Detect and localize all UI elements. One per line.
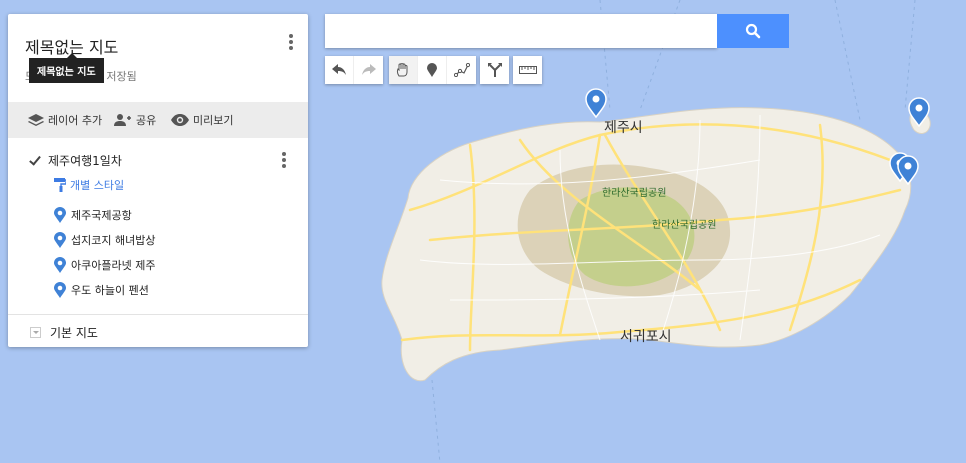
jeju-city-label: 제주시 [604, 120, 643, 136]
title-tooltip: 제목없는 지도 [29, 53, 104, 83]
chevron-down-icon [30, 327, 41, 338]
place-pin-icon [54, 232, 66, 248]
place-pin-icon [54, 257, 66, 273]
place-item[interactable]: 제주국제공항 [54, 207, 132, 223]
add-marker-button[interactable] [418, 56, 447, 84]
pan-tool-button[interactable] [389, 56, 418, 84]
search-input[interactable] [325, 14, 717, 48]
directions-icon [487, 63, 502, 77]
draw-line-button[interactable] [447, 56, 476, 84]
add-layer-label: 레이어 추가 [48, 114, 103, 127]
search-button[interactable] [717, 14, 789, 48]
place-item[interactable]: 우도 하늘이 펜션 [54, 282, 149, 298]
add-person-icon [114, 114, 131, 126]
paint-roller-icon [54, 178, 66, 192]
line-tool-icon [453, 63, 470, 77]
place-name: 섭지코지 해녀밥상 [71, 234, 156, 247]
add-directions-button[interactable] [480, 56, 509, 84]
map-panel: 제목없는 지도 모든 변경 내용이 저장됨 제목없는 지도 레이어 추가 공유 … [8, 14, 308, 347]
hallasan-label: 한라산국립공원 [652, 218, 716, 231]
layer-actions-bar: 레이어 추가 공유 미리보기 [8, 102, 308, 138]
redo-icon [361, 64, 376, 75]
drawing-toolbar [389, 56, 476, 84]
individual-style-label: 개별 스타일 [70, 179, 125, 192]
place-name: 제주국제공항 [71, 209, 132, 222]
layer-name[interactable]: 제주여행1일차 [48, 152, 122, 169]
layer-header: 제주여행1일차 [29, 152, 122, 169]
eye-icon [171, 114, 189, 126]
place-name: 우도 하늘이 펜션 [71, 284, 149, 297]
place-name: 아쿠아플라넷 제주 [71, 259, 156, 272]
place-item[interactable]: 아쿠아플라넷 제주 [54, 257, 155, 273]
undo-icon [332, 64, 346, 75]
layer-options-icon[interactable] [282, 152, 286, 170]
redo-button[interactable] [354, 56, 383, 84]
base-map-toggle[interactable]: 기본 지도 [30, 324, 98, 341]
preview-label: 미리보기 [193, 114, 234, 127]
layers-icon [28, 114, 44, 126]
add-layer-button[interactable]: 레이어 추가 [28, 112, 102, 128]
layer-visibility-checkbox[interactable] [29, 155, 40, 166]
hand-icon [396, 63, 408, 77]
preview-button[interactable]: 미리보기 [171, 112, 233, 128]
place-pin-icon [54, 207, 66, 223]
divider [8, 314, 308, 315]
search-icon [745, 23, 761, 39]
more-options-icon[interactable] [289, 34, 293, 52]
undo-button[interactable] [325, 56, 354, 84]
place-item[interactable]: 섭지코지 해녀밥상 [54, 232, 155, 248]
ruler-icon [518, 66, 537, 74]
directions-toolbar [480, 56, 509, 84]
marker-icon [427, 63, 437, 77]
base-map-label: 기본 지도 [50, 326, 98, 340]
seogwipo-label: 서귀포시 [620, 329, 672, 345]
individual-style-link[interactable]: 개별 스타일 [54, 177, 124, 193]
share-label: 공유 [136, 114, 157, 127]
history-toolbar [325, 56, 383, 84]
measure-button[interactable] [513, 56, 542, 84]
measure-toolbar [513, 56, 542, 84]
share-button[interactable]: 공유 [114, 112, 156, 128]
hallasan-label: 한라산국립공원 [602, 186, 666, 199]
place-pin-icon [54, 282, 66, 298]
